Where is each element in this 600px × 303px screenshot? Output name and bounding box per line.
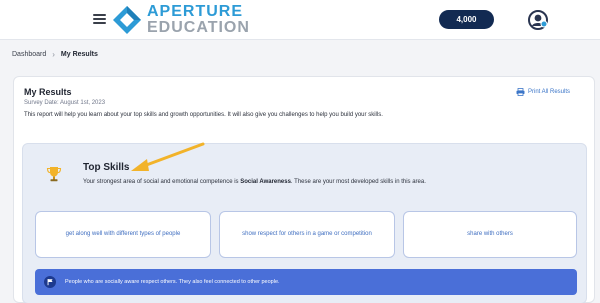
top-navigation-bar: APERTURE EDUCATION 4,000 bbox=[0, 0, 600, 40]
survey-date: Survey Date: August 1st, 2023 bbox=[24, 100, 106, 106]
brand-name-line2: EDUCATION bbox=[147, 19, 250, 36]
hamburger-menu-icon[interactable] bbox=[93, 14, 106, 24]
printer-icon bbox=[516, 88, 525, 96]
print-all-results-label: Print All Results bbox=[528, 89, 571, 95]
strongest-area-name: Social Awareness bbox=[240, 179, 291, 185]
points-balance-badge[interactable]: 4,000 bbox=[439, 10, 494, 29]
top-skills-panel: Top Skills Your strongest area of social… bbox=[22, 142, 587, 303]
skill-tile[interactable]: share with others bbox=[403, 211, 577, 258]
print-all-results-button[interactable]: Print All Results bbox=[516, 88, 570, 96]
top-skills-heading: Top Skills bbox=[83, 162, 130, 173]
brand-name-line1: APERTURE bbox=[147, 3, 244, 20]
top-skills-subtitle: Your strongest area of social and emotio… bbox=[83, 179, 426, 185]
aperture-logo-icon[interactable] bbox=[112, 5, 142, 35]
skill-tile[interactable]: show respect for others in a game or com… bbox=[219, 211, 395, 258]
breadcrumb-dashboard-link[interactable]: Dashboard bbox=[12, 51, 46, 58]
trophy-icon bbox=[46, 167, 62, 182]
breadcrumb: Dashboard › My Results bbox=[12, 50, 98, 59]
user-avatar-icon[interactable] bbox=[527, 9, 549, 31]
breadcrumb-separator: › bbox=[52, 50, 55, 59]
info-banner-text: People who are socially aware respect ot… bbox=[65, 279, 280, 285]
annotation-arrow-icon bbox=[131, 142, 205, 171]
skill-tile[interactable]: get along well with different types of p… bbox=[35, 211, 211, 258]
info-banner: People who are socially aware respect ot… bbox=[35, 269, 577, 295]
flag-icon bbox=[44, 276, 56, 288]
report-description: This report will help you learn about yo… bbox=[24, 112, 383, 118]
breadcrumb-current: My Results bbox=[60, 51, 98, 58]
results-card: My Results Survey Date: August 1st, 2023… bbox=[13, 76, 595, 303]
page-title: My Results bbox=[24, 87, 72, 97]
